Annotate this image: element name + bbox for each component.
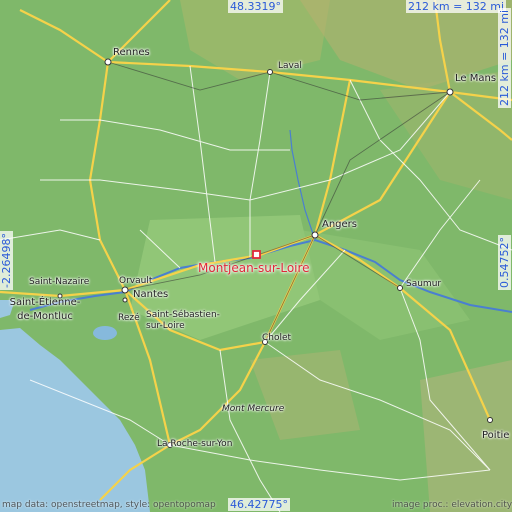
- city-label-nantes: Nantes: [133, 289, 169, 300]
- image-attribution: image proc.: elevation.city: [392, 500, 512, 510]
- map-view[interactable]: 48.3319° 212 km = 132 mi 46.42775° -2.26…: [0, 0, 512, 512]
- location-marker-icon[interactable]: [252, 250, 261, 259]
- city-label-saint-sebastien-sur-loire: Saint-Sébastien-sur-Loire: [146, 310, 220, 331]
- city-label-rennes: Rennes: [113, 47, 150, 58]
- city-label-le-mans: Le Mans: [455, 73, 497, 84]
- map-attribution: map data: openstreetmap, style: opentopo…: [2, 500, 216, 510]
- city-label-angers: Angers: [322, 219, 357, 230]
- city-label-poitiers: Poitie: [482, 430, 510, 441]
- city-label-la-roche-sur-yon: La Roche-sur-Yon: [157, 439, 233, 449]
- top-scale-label: 212 km = 132 mi: [406, 0, 507, 13]
- map-terrain: [0, 0, 512, 512]
- city-label-saint-etienne-de-montluc: Saint-Étienne-de-Montluc: [9, 297, 81, 322]
- top-latitude-label: 48.3319°: [228, 0, 283, 13]
- bottom-latitude-label: 46.42775°: [228, 498, 290, 511]
- right-scale-label: 212 km = 132 mi: [498, 7, 511, 108]
- city-label-orvault: Orvault: [119, 276, 153, 286]
- city-label-laval: Laval: [278, 61, 302, 71]
- right-longitude-label: 0.54752°: [498, 235, 511, 290]
- city-label-reze: Rezé: [118, 313, 140, 323]
- city-label-montjean-sur-loire[interactable]: Montjean-sur-Loire: [198, 262, 310, 274]
- left-longitude-label: -2.26498°: [0, 231, 13, 290]
- city-label-cholet: Cholet: [262, 333, 292, 343]
- place-label-mont-mercure: Mont Mercure: [222, 404, 285, 414]
- city-label-saumur: Saumur: [406, 279, 442, 289]
- city-label-saint-nazaire: Saint-Nazaire: [29, 277, 90, 287]
